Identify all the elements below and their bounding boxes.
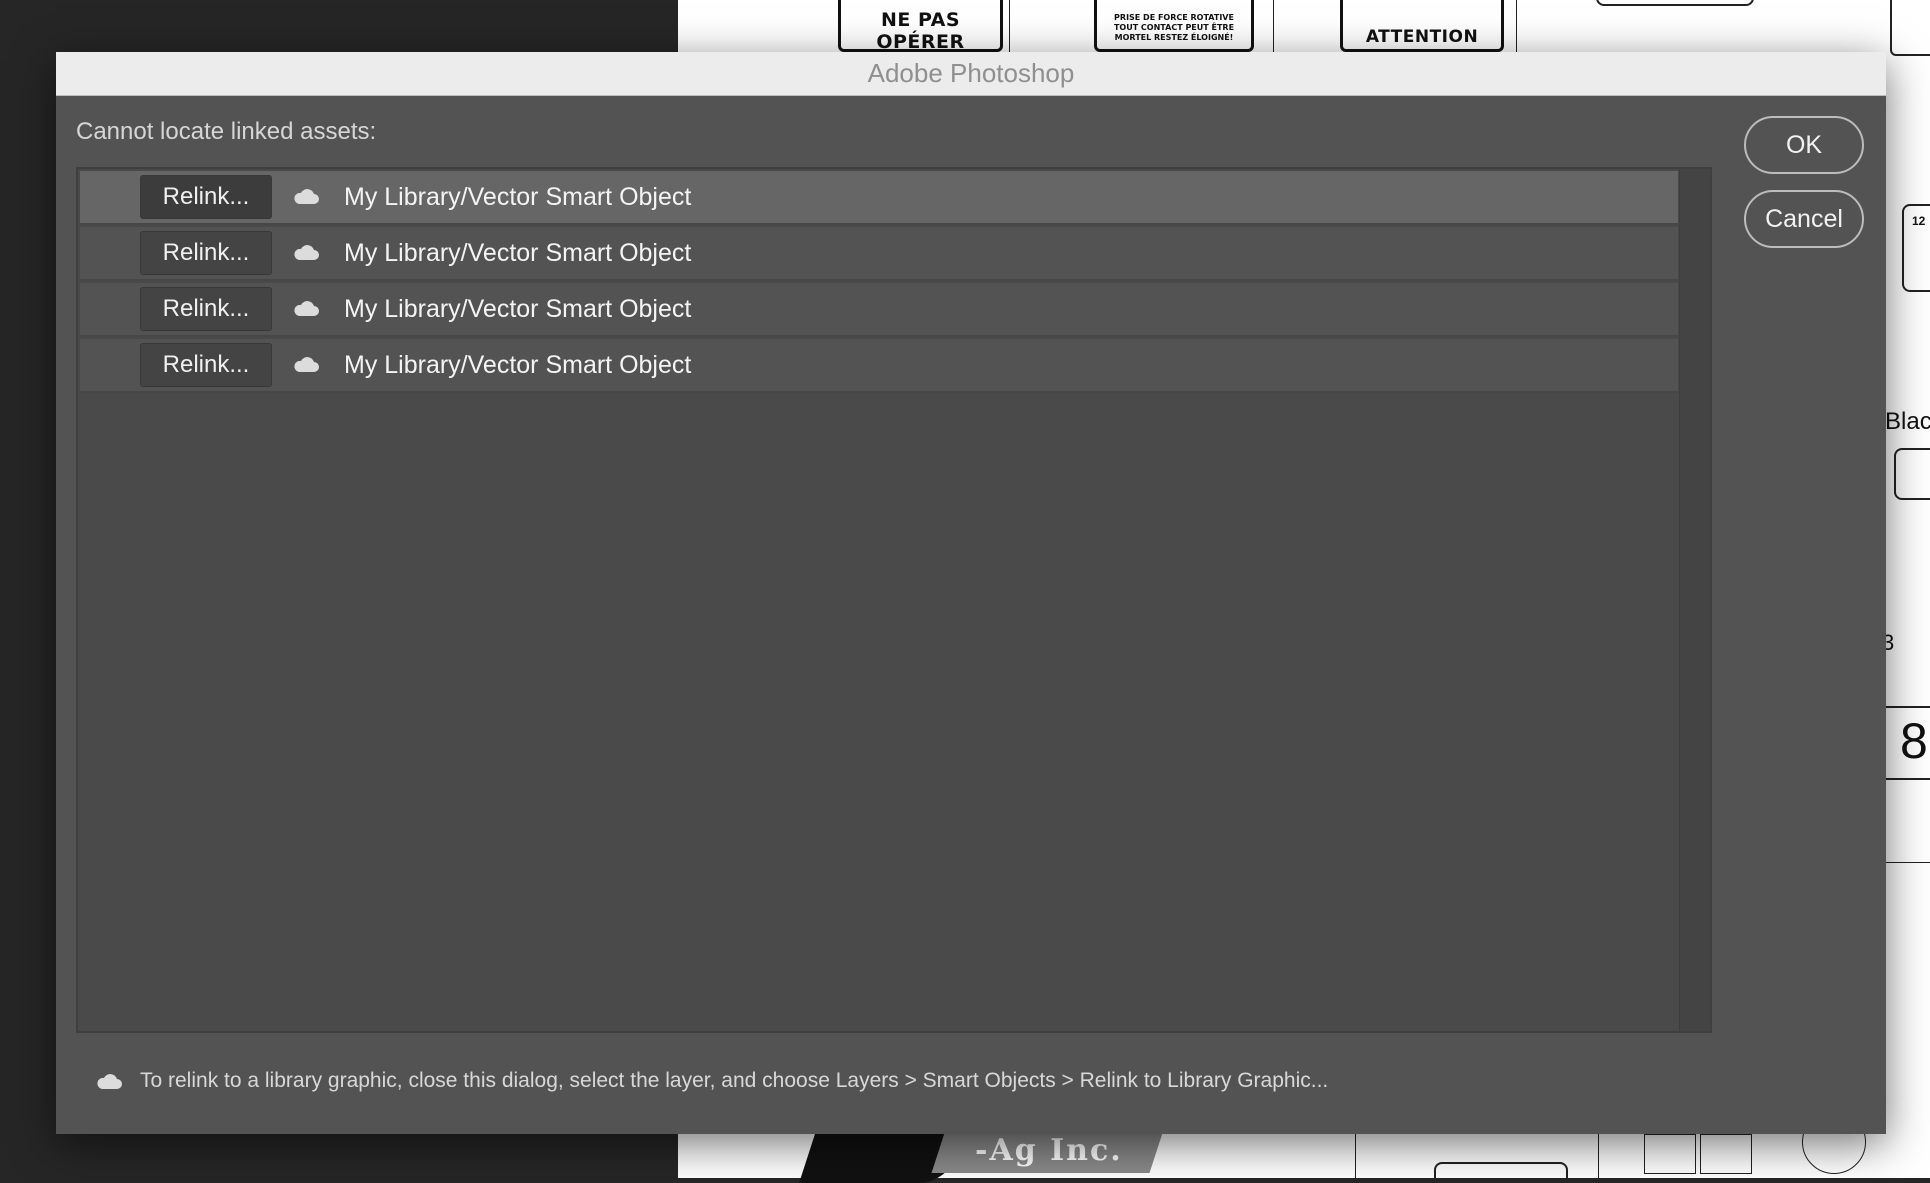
asset-name: My Library/Vector Smart Object — [344, 183, 692, 211]
asset-name: My Library/Vector Smart Object — [344, 239, 692, 267]
doc-label-text: PRISE DE FORCE ROTATIVE TOUT CONTACT PEU… — [1113, 13, 1235, 42]
relink-help-text: To relink to a library graphic, close th… — [140, 1069, 1329, 1092]
cloud-icon — [294, 357, 319, 372]
cancel-button[interactable]: Cancel — [1744, 190, 1864, 248]
cloud-icon — [97, 1074, 122, 1089]
relink-button[interactable]: Relink... — [140, 231, 272, 275]
doc-label-text: NE PAS OPÉRER — [876, 9, 965, 52]
relink-button[interactable]: Relink... — [140, 175, 272, 219]
doc-side-box — [1894, 448, 1930, 500]
doc-bottom-box — [1434, 1162, 1568, 1178]
doc-side-text: 12 — [1912, 214, 1926, 228]
ok-button[interactable]: OK — [1744, 116, 1864, 174]
relink-button[interactable]: Relink... — [140, 343, 272, 387]
doc-bottom-box — [1700, 1134, 1752, 1174]
cloud-icon — [294, 245, 319, 260]
missing-assets-dialog: Adobe Photoshop Cannot locate linked ass… — [56, 52, 1886, 1134]
dialog-titlebar[interactable]: Adobe Photoshop — [56, 52, 1886, 96]
doc-divider — [1516, 0, 1517, 52]
doc-label-attention: ATTENTION — [1340, 0, 1504, 52]
asset-row[interactable]: Relink... My Library/Vector Smart Object — [80, 283, 1678, 337]
doc-side-text: 8 — [1900, 713, 1928, 769]
cloud-icon — [294, 301, 319, 316]
doc-outline-box — [1596, 0, 1754, 6]
doc-divider — [1009, 0, 1010, 52]
linked-assets-list[interactable]: Relink... My Library/Vector Smart Object… — [76, 167, 1712, 1033]
asset-row[interactable]: Relink... My Library/Vector Smart Object — [80, 171, 1678, 225]
doc-label-text: ATTENTION — [1365, 27, 1479, 47]
doc-side-text: Blac — [1885, 408, 1930, 435]
asset-row[interactable]: Relink... My Library/Vector Smart Object — [80, 227, 1678, 281]
doc-divider — [1355, 1134, 1356, 1178]
company-logo-text: -Ag Inc. — [975, 1133, 1123, 1168]
asset-name: My Library/Vector Smart Object — [344, 295, 692, 323]
asset-name: My Library/Vector Smart Object — [344, 351, 692, 379]
doc-label-prise-de-force: PRISE DE FORCE ROTATIVE TOUT CONTACT PEU… — [1094, 0, 1254, 52]
doc-divider — [1598, 1134, 1599, 1178]
doc-bottom-box — [1644, 1134, 1696, 1174]
cloud-icon — [294, 189, 319, 204]
doc-label-ne-pas-operer: NE PAS OPÉRER — [838, 0, 1003, 52]
doc-label-edge — [1890, 0, 1930, 56]
relink-button[interactable]: Relink... — [140, 287, 272, 331]
asset-row[interactable]: Relink... My Library/Vector Smart Object — [80, 339, 1678, 393]
list-scrollbar-track[interactable] — [1679, 169, 1710, 1031]
dialog-prompt: Cannot locate linked assets: — [76, 118, 377, 145]
dialog-title: Adobe Photoshop — [867, 58, 1075, 88]
doc-divider — [1273, 0, 1274, 52]
